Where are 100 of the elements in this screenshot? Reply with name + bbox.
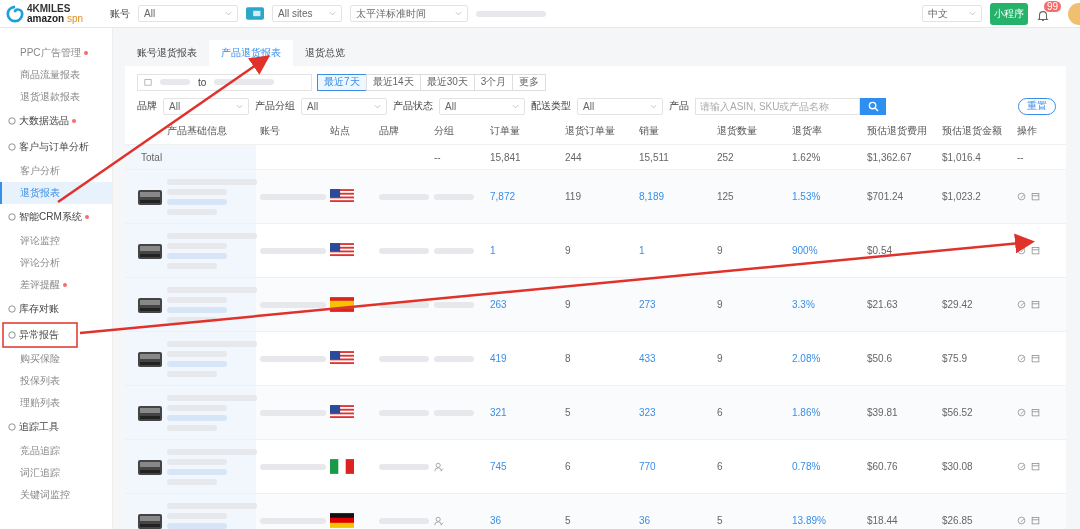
table-cell: $26.85 [942,515,973,526]
table-cell: -- [1017,151,1024,163]
table-cell: 6 [565,461,571,472]
sidebar-item[interactable]: 商品流量报表 [0,64,112,86]
table-cell: 6 [717,461,723,472]
table-cell: 2.08% [792,353,821,364]
filter-select[interactable]: All [577,97,663,115]
table-cell: 15,841 [490,151,521,163]
notification-badge: 99 [1044,0,1062,12]
column-header: 订单量 [490,124,520,138]
sidebar-item[interactable]: 理赔列表 [0,392,112,414]
date-preset-button[interactable]: 最近30天 [419,73,475,91]
table-cell: $1,016.4 [942,151,981,163]
table-cell: 1 [639,245,645,256]
table-cell: 119 [565,191,581,202]
table-cell: $60.76 [867,461,898,472]
table-cell: 36 [490,515,502,526]
filter-select[interactable]: All [301,97,387,115]
table-cell: $39.81 [867,407,898,418]
sidebar-item[interactable]: 追踪工具 [0,414,112,440]
table-cell: 5 [717,515,723,526]
table-cell: 323 [639,407,656,418]
table-cell: $1,023.2 [942,191,981,202]
table-cell: 9 [565,245,571,256]
account-select[interactable]: All [138,5,238,22]
table-cell: 900% [792,245,818,256]
sidebar-item[interactable]: 评论分析 [0,252,112,274]
column-header: 预估退货金额 [942,124,1002,138]
table-cell: 273 [639,299,656,310]
column-header: 销量 [639,124,659,138]
timezone-select[interactable]: 太平洋标准时间 [350,5,468,22]
date-preset-button[interactable]: 最近14天 [365,73,421,91]
table-cell: 1.86% [792,407,821,418]
table-cell: 9 [717,353,723,364]
table-cell: 770 [639,461,656,472]
account-label: 账号 [110,6,130,21]
sidebar-item[interactable]: 智能CRM系统 [0,204,112,230]
language-select[interactable]: 中文 [922,5,982,22]
product-search-field[interactable]: 请输入ASIN, SKU或产品名称 [695,97,860,115]
sidebar-item[interactable]: 词汇追踪 [0,462,112,484]
sites-select[interactable]: All sites [272,5,342,22]
table-cell: -- [434,151,441,163]
table-cell: 321 [490,407,507,418]
sidebar-item[interactable]: PPC广告管理 [0,42,112,64]
date-preset-button[interactable]: 更多 [512,73,547,91]
column-header: 退货率 [792,124,822,138]
sidebar-item[interactable]: 退货报表 [0,182,112,204]
filter-label: 配送类型 [531,99,571,113]
sidebar-item[interactable]: 关键词监控 [0,484,112,506]
table-cell: $29.42 [942,299,973,310]
sidebar-item[interactable]: 投保列表 [0,370,112,392]
table-cell: 9 [717,299,723,310]
table-cell: 3.3% [792,299,815,310]
table-cell: $701.24 [867,191,904,202]
column-header: 退货数量 [717,124,757,138]
table-cell: $75.9 [942,353,968,364]
tab[interactable]: 退货总览 [293,40,357,66]
table-cell: 1.62% [792,151,821,163]
sidebar-item[interactable]: 差评提醒 [0,274,112,296]
table-cell: 15,511 [639,151,669,163]
sidebar-item[interactable]: 退货退款报表 [0,86,112,108]
sidebar-item[interactable]: 购买保险 [0,348,112,370]
column-header: 产品基础信息 [167,124,227,138]
table-cell: 7,872 [490,191,516,202]
table-cell: 252 [717,151,734,163]
table-cell: $50.6 [867,353,893,364]
column-header: 分组 [434,124,454,138]
filter-label: 产品分组 [255,99,295,113]
sidebar-item[interactable]: 竞品追踪 [0,440,112,462]
sidebar-item[interactable]: 客户分析 [0,160,112,182]
date-range-field[interactable]: to [137,73,312,91]
table-cell: 125 [717,191,734,202]
sidebar-item[interactable]: 评论监控 [0,230,112,252]
logo-text: amazon spn [27,13,84,24]
table-cell: 419 [490,353,507,364]
date-preset-button[interactable]: 最近7天 [317,73,367,91]
table-cell: 433 [639,353,656,364]
table-cell: 8 [565,353,571,364]
filter-label: 产品 [669,99,689,113]
table-cell: 263 [490,299,507,310]
sidebar-item[interactable]: 库存对账 [0,296,112,322]
column-header: 账号 [260,124,280,138]
sidebar-item[interactable]: 大数据选品 [0,108,112,134]
table-cell: 745 [490,461,507,472]
reset-button[interactable]: 重置 [1018,97,1056,115]
sidebar-item[interactable]: 客户与订单分析 [0,134,112,160]
date-preset-button[interactable]: 3个月 [473,73,514,91]
column-header: 预估退货费用 [867,124,927,138]
table-cell: 0.78% [792,461,821,472]
filter-select[interactable]: All [439,97,525,115]
table-cell: $18.44 [867,515,898,526]
table-cell: 9 [565,299,571,310]
filter-label: 产品状态 [393,99,433,113]
filter-select[interactable]: All [163,97,249,115]
table-cell: 1 [490,245,496,256]
tab[interactable]: 账号退货报表 [125,40,209,66]
sidebar-item[interactable]: 异常报告 [0,322,112,348]
table-cell: $21.63 [867,299,898,310]
table-cell: $56.52 [942,407,973,418]
table-cell: $0.54 [867,245,893,256]
